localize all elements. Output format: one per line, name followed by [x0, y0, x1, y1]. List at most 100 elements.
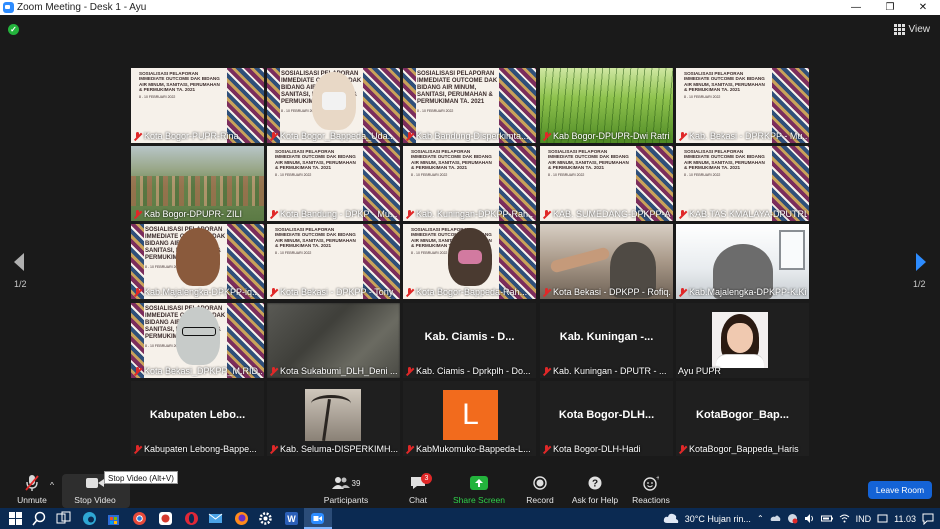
- chat-unread-badge: 3: [421, 473, 432, 484]
- participant-tile[interactable]: SOSIALISASI PELAPORAN IMMEDIATE OUTCOME …: [540, 146, 673, 221]
- participant-name-label: KotaBogor_Bappeda_Haris: [678, 443, 807, 455]
- next-page-arrow-icon[interactable]: [914, 252, 928, 272]
- leave-room-button[interactable]: Leave Room: [868, 481, 932, 499]
- weather-text[interactable]: 30°C Hujan rin...: [685, 514, 751, 524]
- participant-name: Kota Sukabumi_DLH_Deni ...: [280, 366, 398, 376]
- minimize-button[interactable]: —: [841, 0, 871, 15]
- windows-taskbar: W 30°C Hujan rin... ⌃ IND 11.03: [0, 508, 940, 529]
- slide-title: SOSIALISASI PELAPORAN IMMEDIATE OUTCOME …: [411, 149, 496, 178]
- participant-name-label: Ayu PUPR: [678, 365, 807, 377]
- volume-speaker-icon[interactable]: [804, 513, 815, 524]
- firefox-icon[interactable]: [234, 511, 249, 526]
- participant-name: Kota Bandung - DPKP - Mu...: [280, 209, 398, 219]
- participant-tile[interactable]: Kabupaten Lebo... Kabupaten Lebong-Bappe.…: [131, 381, 264, 456]
- participant-tile[interactable]: Kab. Seluma-DISPERKIMH...: [267, 381, 400, 456]
- close-button[interactable]: ✕: [908, 0, 938, 15]
- microphone-muted-icon: [542, 209, 551, 219]
- notification-center-icon[interactable]: [922, 513, 934, 525]
- participant-tile[interactable]: Kota Bekasi - DPKPP - Rofiq...: [540, 224, 673, 299]
- participant-tile[interactable]: SOSIALISASI PELAPORAN IMMEDIATE OUTCOME …: [131, 224, 264, 299]
- edge-browser-icon[interactable]: [82, 511, 97, 526]
- participant-name: Kota Bekasi_DPKPP_M.RID...: [144, 366, 262, 376]
- participant-face: [175, 228, 220, 286]
- slide-date: 8 - 10 Februari 2022: [275, 250, 312, 255]
- participant-tile[interactable]: Kota Sukabumi_DLH_Deni ...: [267, 303, 400, 378]
- participant-name: Kab. Kuningan-DPKPP-Rah...: [416, 209, 534, 219]
- participant-name-label: Kota Bandung - DPKP - Mu...: [269, 208, 398, 220]
- participant-tile[interactable]: Kota Bogor-DLH... Kota Bogor-DLH-Hadi: [540, 381, 673, 456]
- chrome-app-icon[interactable]: [132, 511, 147, 526]
- view-button[interactable]: View: [893, 24, 930, 35]
- participant-tile[interactable]: Kab Bogor-DPUPR- ZILI: [131, 146, 264, 221]
- participant-name-label: Kota Bogor-PUPR-Rina: [133, 130, 262, 142]
- opera-icon[interactable]: [184, 511, 199, 526]
- microphone-muted-icon: [405, 287, 414, 297]
- participant-name: Kota Bekasi - DPKPP - Rofiq...: [553, 287, 671, 297]
- maximize-button[interactable]: ❐: [875, 0, 905, 15]
- app-icon-4[interactable]: [158, 511, 173, 526]
- encryption-shield-icon[interactable]: ✓: [8, 24, 19, 35]
- participant-name-label: Kota Bogor-Bappeda-Rah...: [405, 286, 534, 298]
- participant-name-label: Kab.Majalengka-DPKPP-K.Ki...: [678, 286, 807, 298]
- participant-name: Kota Bogor-DLH-Hadi: [553, 444, 641, 454]
- participant-tile[interactable]: SOSIALISASI PELAPORAN IMMEDIATE OUTCOME …: [267, 224, 400, 299]
- participant-tile[interactable]: SOSIALISASI PELAPORAN IMMEDIATE OUTCOME …: [403, 146, 536, 221]
- share-screen-arrow-icon: [470, 476, 488, 490]
- participant-tile[interactable]: SOSIALISASI PELAPORAN IMMEDIATE OUTCOME …: [267, 68, 400, 143]
- participant-name-label: KAB. SUMEDANG-DPKPP-A...: [542, 208, 671, 220]
- participant-display-name: Kab. Ciamis - D...: [424, 331, 515, 343]
- participant-display-name: KotaBogor_Bap...: [696, 409, 789, 421]
- participant-tile[interactable]: SOSIALISASI PELAPORAN IMMEDIATE OUTCOME …: [403, 68, 536, 143]
- smiley-reaction-icon: +: [643, 475, 659, 491]
- mail-icon[interactable]: [208, 511, 223, 526]
- participant-tile[interactable]: Kab.Majalengka-DPKPP-K.Ki...: [676, 224, 809, 299]
- language-indicator[interactable]: IND: [856, 514, 872, 524]
- zoom-taskbar-icon[interactable]: [310, 511, 325, 526]
- microphone-muted-icon: [133, 209, 142, 219]
- tray-overflow-chevron-icon[interactable]: ⌃: [757, 514, 764, 523]
- participant-tile[interactable]: Kab. Ciamis - D... Kab. Ciamis - Dprkplh …: [403, 303, 536, 378]
- participant-tile[interactable]: Kab. Kuningan -... Kab. Kuningan - DPUTR …: [540, 303, 673, 378]
- task-view-icon[interactable]: [56, 511, 71, 526]
- participant-name-label: Kota Bekasi - DPKPP - Rofiq...: [542, 286, 671, 298]
- participant-tile[interactable]: Kab Bogor-DPUPR-Dwi Ratri: [540, 68, 673, 143]
- participant-tile[interactable]: SOSIALISASI PELAPORAN IMMEDIATE OUTCOME …: [267, 146, 400, 221]
- participant-tile[interactable]: SOSIALISASI PELAPORAN IMMEDIATE OUTCOME …: [676, 68, 809, 143]
- microphone-muted-icon: [269, 209, 278, 219]
- microphone-muted-icon: [405, 366, 414, 376]
- microphone-muted-icon: [269, 444, 278, 454]
- participant-name-label: KAB.TAS KMALAYA-DPUTRL...: [678, 208, 807, 220]
- slide-date: 8 - 10 Februari 2022: [139, 94, 176, 99]
- participant-tile[interactable]: SOSIALISASI PELAPORAN IMMEDIATE OUTCOME …: [131, 68, 264, 143]
- participant-tile[interactable]: SOSIALISASI PELAPORAN IMMEDIATE OUTCOME …: [676, 146, 809, 221]
- participant-name: Kab.Majalengka-DPKPP-K.Ki...: [689, 287, 807, 297]
- microphone-muted-icon: [133, 131, 142, 141]
- search-icon[interactable]: [32, 511, 47, 526]
- onedrive-cloud-icon[interactable]: [770, 513, 781, 524]
- participant-name-label: Kab. Bekasi - DPRKPP - Mu...: [678, 130, 807, 142]
- letter-avatar: L: [443, 390, 498, 440]
- window-title: Zoom Meeting - Desk 1 - Ayu: [17, 2, 147, 13]
- store-icon[interactable]: [106, 511, 121, 526]
- participant-tile[interactable]: L KabMukomuko-Bappeda-L...: [403, 381, 536, 456]
- participant-tile[interactable]: KotaBogor_Bap... KotaBogor_Bappeda_Haris: [676, 381, 809, 456]
- participants-count: 39: [351, 478, 361, 488]
- previous-page-arrow-icon[interactable]: [12, 252, 26, 272]
- participant-tile[interactable]: SOSIALISASI PELAPORAN IMMEDIATE OUTCOME …: [131, 303, 264, 378]
- input-tablet-icon[interactable]: [877, 513, 888, 524]
- settings-gear-icon[interactable]: [258, 511, 273, 526]
- participant-tile[interactable]: SOSIALISASI PELAPORAN IMMEDIATE OUTCOME …: [403, 224, 536, 299]
- slide-title: SOSIALISASI PELAPORAN IMMEDIATE OUTCOME …: [684, 71, 769, 100]
- participant-tile[interactable]: Ayu PUPR: [676, 303, 809, 378]
- wifi-icon[interactable]: [839, 513, 850, 524]
- clock-time[interactable]: 11.03: [894, 514, 916, 524]
- battery-icon[interactable]: [820, 513, 833, 524]
- word-icon[interactable]: W: [284, 511, 299, 526]
- security-alert-icon[interactable]: [787, 513, 798, 524]
- microphone-muted-icon: [678, 287, 687, 297]
- windows-start-icon[interactable]: [8, 511, 23, 526]
- svg-text:+: +: [656, 475, 659, 482]
- participant-name: KotaBogor_Bappeda_Haris: [689, 444, 799, 454]
- participant-name-label: Kota Bogor_Bappeda_Uda...: [269, 130, 398, 142]
- microphone-muted-icon: [405, 444, 414, 454]
